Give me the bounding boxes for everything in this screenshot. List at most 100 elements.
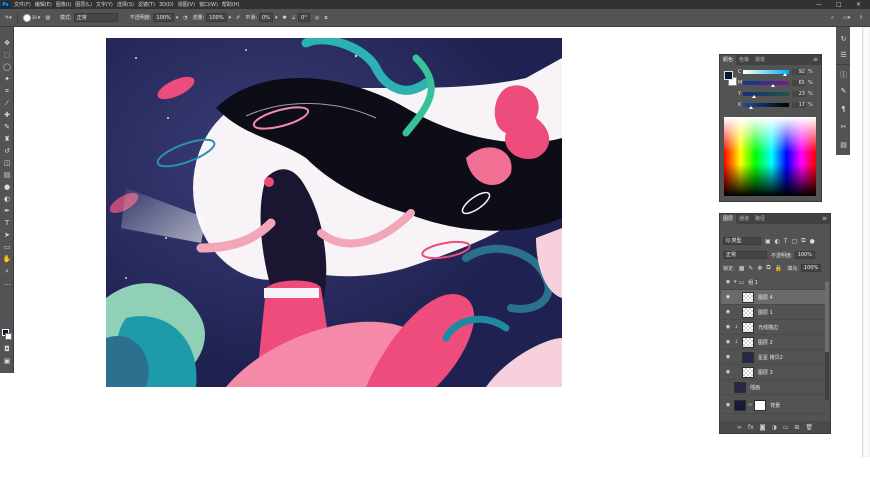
layer-row[interactable]: ◉ 图层 1 bbox=[721, 305, 826, 320]
layer-mask-thumbnail[interactable] bbox=[754, 399, 767, 411]
layer-row-group[interactable]: ◉ ▾ ▭ 组 1 bbox=[721, 275, 826, 290]
history-icon[interactable]: ↻ bbox=[839, 35, 848, 44]
black-value[interactable]: 17 bbox=[792, 102, 806, 108]
smoothing-field[interactable]: 0% bbox=[259, 13, 273, 22]
tab-swatches[interactable]: 色板 bbox=[736, 55, 752, 65]
cyan-slider[interactable] bbox=[743, 70, 789, 76]
character-icon[interactable]: ¶ bbox=[839, 105, 848, 114]
magenta-value[interactable]: 65 bbox=[792, 80, 806, 86]
eye-icon[interactable]: ◉ bbox=[724, 354, 732, 360]
eye-icon[interactable]: ◉ bbox=[724, 402, 732, 408]
link-layers-icon[interactable]: ∞ bbox=[737, 424, 742, 431]
zoom-tool-icon[interactable]: ⌕ bbox=[2, 267, 12, 276]
eyedropper-tool-icon[interactable]: ⁄ bbox=[2, 99, 12, 108]
menu-window[interactable]: 窗口(W) bbox=[199, 1, 218, 8]
history-brush-icon[interactable]: ↺ bbox=[2, 147, 12, 156]
more-tools-icon[interactable]: … bbox=[2, 279, 12, 288]
foreground-color-swatch[interactable] bbox=[724, 71, 733, 80]
tab-channels[interactable]: 通道 bbox=[736, 214, 752, 224]
search-icon[interactable]: ⌕ bbox=[831, 15, 834, 21]
share-icon[interactable]: ⇪ bbox=[859, 15, 863, 21]
slider-knob[interactable] bbox=[783, 73, 788, 76]
pressure-opacity-icon[interactable]: ◔ bbox=[183, 15, 187, 21]
layer-opacity-field[interactable]: 100% bbox=[794, 251, 815, 259]
lock-transparent-icon[interactable]: ▦ bbox=[739, 265, 745, 272]
layer-fill-field[interactable]: 100% bbox=[800, 264, 822, 272]
info-icon[interactable]: ⓘ bbox=[839, 71, 848, 80]
layer-row-clipped[interactable]: ◉ ↓ 光线描边 bbox=[721, 320, 826, 335]
marquee-tool-icon[interactable]: ⬚ bbox=[2, 51, 12, 60]
layers-scrollbar[interactable] bbox=[825, 282, 829, 400]
pressure-size-icon[interactable]: ◎ bbox=[315, 15, 319, 21]
mode-select[interactable]: 正常 bbox=[73, 13, 118, 22]
filter-toggle-icon[interactable]: ● bbox=[810, 238, 815, 245]
lock-all-icon[interactable]: 🔒 bbox=[775, 265, 782, 272]
filter-smart-icon[interactable]: ⧉ bbox=[801, 237, 805, 245]
new-layer-icon[interactable]: ⊞ bbox=[794, 424, 799, 431]
workspace-icon[interactable]: ▭▾ bbox=[843, 15, 850, 21]
scrollbar-thumb[interactable] bbox=[864, 28, 869, 456]
panel-menu-icon[interactable]: ≡ bbox=[813, 56, 818, 63]
vertical-scrollbar[interactable] bbox=[862, 27, 870, 457]
layer-row-background[interactable]: ◉ ∞ 背景 bbox=[721, 397, 826, 414]
chevron-down-icon[interactable]: ▾ bbox=[229, 15, 232, 21]
tab-color[interactable]: 颜色 bbox=[720, 55, 737, 65]
tab-layers[interactable]: 图层 bbox=[720, 214, 737, 224]
layer-row[interactable]: ◉ 图层 3 bbox=[721, 365, 826, 380]
flow-field[interactable]: 100% bbox=[206, 13, 227, 22]
symmetry-icon[interactable]: ⧖ bbox=[324, 15, 328, 21]
menu-filter[interactable]: 滤镜(T) bbox=[138, 1, 155, 8]
eye-icon[interactable]: ◉ bbox=[724, 309, 732, 315]
panel-menu-icon[interactable]: ≡ bbox=[822, 215, 827, 222]
menu-file[interactable]: 文件(F) bbox=[14, 1, 31, 8]
tab-gradients[interactable]: 渐变 bbox=[752, 55, 768, 65]
dodge-tool-icon[interactable]: ◐ bbox=[2, 195, 12, 204]
filter-adjustment-icon[interactable]: ◐ bbox=[775, 238, 780, 245]
slider-knob[interactable] bbox=[751, 95, 756, 98]
filter-type-icon[interactable]: T bbox=[784, 238, 788, 245]
adjustment-layer-icon[interactable]: ◑ bbox=[771, 424, 776, 431]
menu-view[interactable]: 视图(V) bbox=[178, 1, 195, 8]
trash-icon[interactable]: 🗑 bbox=[805, 424, 813, 431]
menu-type[interactable]: 文字(Y) bbox=[96, 1, 113, 8]
eye-icon[interactable]: ◉ bbox=[724, 294, 732, 300]
layer-row-selected[interactable]: ◉ 图层 4 bbox=[721, 290, 826, 305]
layer-style-icon[interactable]: fx bbox=[748, 424, 754, 431]
layer-kind-filter[interactable]: Q 类型 bbox=[723, 237, 761, 245]
type-tool-icon[interactable]: T bbox=[2, 219, 12, 228]
brush-settings-icon[interactable]: ✎ bbox=[839, 87, 848, 96]
eye-icon[interactable]: ◉ bbox=[724, 384, 732, 390]
magenta-slider[interactable] bbox=[743, 81, 789, 87]
blend-mode-select[interactable]: 正常 bbox=[723, 251, 767, 259]
angle-field[interactable]: 0° bbox=[298, 13, 310, 22]
brush-settings-icon[interactable]: ▨ bbox=[45, 15, 50, 21]
yellow-value[interactable]: 23 bbox=[792, 91, 806, 97]
airbrush-icon[interactable]: ✐ bbox=[236, 15, 240, 21]
filter-pixel-icon[interactable]: ▣ bbox=[765, 238, 771, 245]
notes-icon[interactable]: ▤ bbox=[839, 141, 848, 150]
pen-tool-icon[interactable]: ✒ bbox=[2, 207, 12, 216]
brush-preset-picker[interactable]: 30 ▾ bbox=[22, 13, 40, 22]
gradient-tool-icon[interactable]: ▤ bbox=[2, 171, 12, 180]
background-color-swatch[interactable] bbox=[5, 333, 12, 340]
scrollbar-thumb[interactable] bbox=[825, 282, 829, 352]
eye-icon[interactable]: ◉ bbox=[724, 324, 732, 330]
tools-presets-icon[interactable]: ✂ bbox=[839, 123, 848, 132]
menu-help[interactable]: 帮助(H) bbox=[222, 1, 240, 8]
chevron-down-icon[interactable]: ▾ bbox=[275, 15, 278, 21]
layer-row-clipped[interactable]: ◉ ↓ 图层 2 bbox=[721, 335, 826, 350]
minimize-button[interactable]: — bbox=[816, 0, 822, 9]
slider-knob[interactable] bbox=[770, 84, 775, 87]
yellow-slider[interactable] bbox=[743, 92, 789, 98]
filter-shape-icon[interactable]: ▢ bbox=[792, 238, 798, 245]
lock-artboard-icon[interactable]: ⧉ bbox=[766, 264, 770, 272]
close-button[interactable]: ✕ bbox=[856, 0, 861, 9]
healing-brush-icon[interactable]: ✚ bbox=[2, 111, 12, 120]
slider-knob[interactable] bbox=[748, 106, 753, 109]
hand-tool-icon[interactable]: ✋ bbox=[2, 255, 12, 264]
brush-tool-icon[interactable]: ✎ bbox=[2, 123, 12, 132]
quick-mask-icon[interactable]: ◘ bbox=[2, 345, 12, 354]
eye-icon[interactable]: ◉ bbox=[724, 339, 732, 345]
black-slider[interactable] bbox=[743, 103, 789, 109]
eye-icon[interactable]: ◉ bbox=[724, 369, 732, 375]
